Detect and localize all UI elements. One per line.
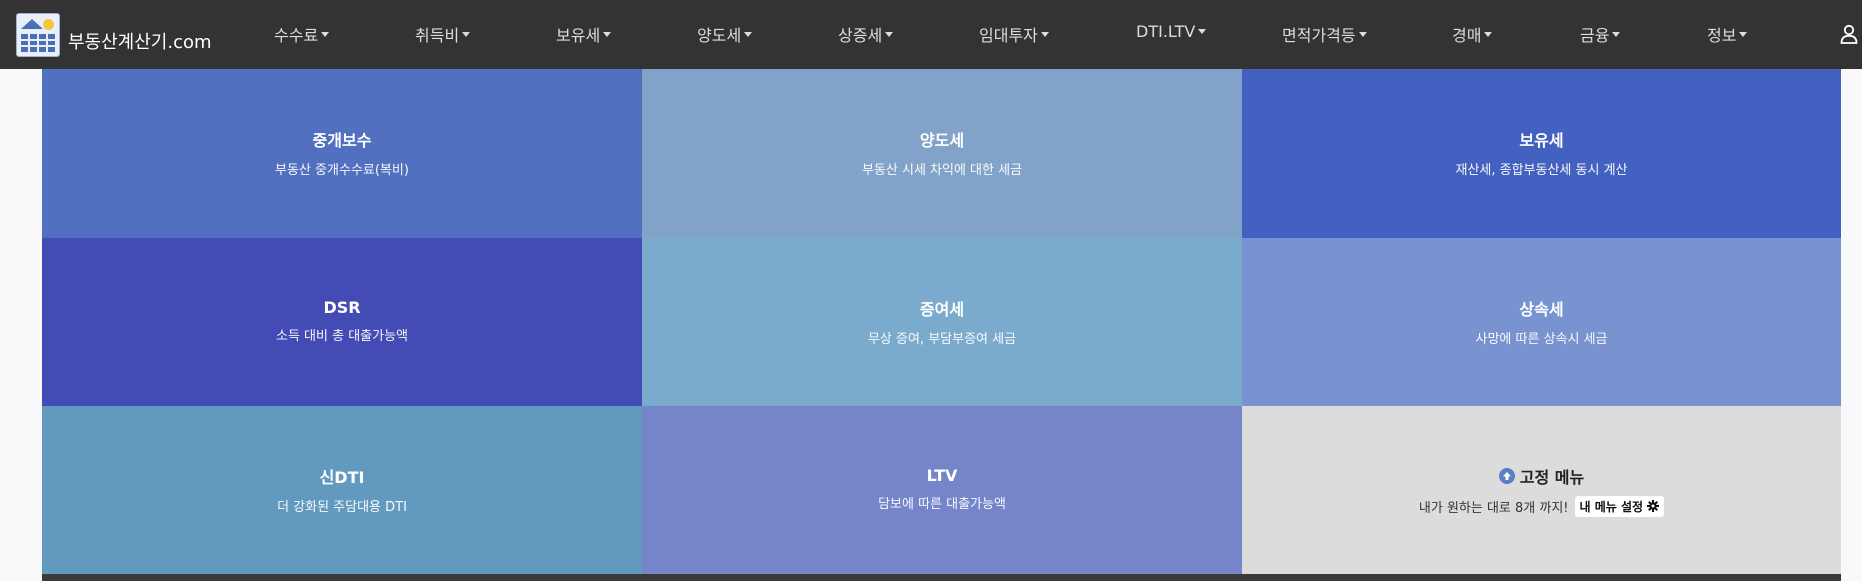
tile-subtitle: 무상 증여, 부담부증여 세금 <box>867 331 1017 347</box>
nav-label: 임대투자 <box>979 26 1038 45</box>
nav-label: 수수료 <box>274 26 319 45</box>
tile-transfer-tax[interactable]: 양도세 부동산 시세 차익에 대한 세금 <box>642 69 1242 238</box>
tile-gift-tax[interactable]: 증여세 무상 증여, 부담부증여 세금 <box>642 238 1242 406</box>
arrow-up-circle-icon <box>1498 467 1515 484</box>
top-navbar: 부동산계산기.com 수수료 취득비 보유세 양도세 상증세 임대투자 DTI.… <box>0 0 1862 69</box>
house-calculator-logo-icon <box>16 13 60 57</box>
tile-subtitle: 재산세, 종합부동산세 동시 계산 <box>1455 163 1628 178</box>
tile-fixed-menu: 고정 메뉴 내가 원하는 대로 8개 까지! 내 메뉴 설정 <box>1242 406 1841 574</box>
nav-item-auction[interactable]: 경매 <box>1452 22 1493 46</box>
nav-item-inheritance-gift[interactable]: 상증세 <box>838 22 894 46</box>
nav-label: 경매 <box>1452 26 1482 45</box>
caret-down-icon <box>1198 29 1207 34</box>
tile-subtitle: 부동산 중개수수료(복비) <box>275 163 409 178</box>
my-menu-settings-button[interactable]: 내 메뉴 설정 <box>1574 495 1665 517</box>
nav-label: 양도세 <box>697 26 742 45</box>
nav-label: 금융 <box>1580 26 1610 45</box>
tile-holding-tax[interactable]: 보유세 재산세, 종합부동산세 동시 계산 <box>1242 69 1841 238</box>
fixed-menu-subtitle: 내가 원하는 대로 8개 까지! <box>1418 500 1569 516</box>
nav-item-rental-investment[interactable]: 임대투자 <box>979 22 1049 46</box>
tile-subtitle: 담보에 따른 대출가능액 <box>878 497 1006 512</box>
tile-title: 중개보수 <box>312 131 372 150</box>
tile-subtitle: 사망에 따른 상속시 세금 <box>1475 331 1608 347</box>
caret-down-icon <box>1484 31 1493 37</box>
user-icon[interactable] <box>1840 24 1858 44</box>
nav-item-holding-tax[interactable]: 보유세 <box>556 22 612 46</box>
tile-brokerage-fee[interactable]: 중개보수 부동산 중개수수료(복비) <box>42 69 642 238</box>
nav-item-info[interactable]: 정보 <box>1707 22 1748 46</box>
menu-tile-grid: 중개보수 부동산 중개수수료(복비) 양도세 부동산 시세 차익에 대한 세금 … <box>42 69 1841 574</box>
tile-subtitle: 부동산 시세 차익에 대한 세금 <box>861 163 1023 178</box>
nav-label: 상증세 <box>838 26 883 45</box>
tile-ltv[interactable]: LTV 담보에 따른 대출가능액 <box>642 406 1242 574</box>
tile-title: 신DTI <box>319 467 365 487</box>
nav-item-transfer-tax[interactable]: 양도세 <box>697 22 753 46</box>
tile-new-dti[interactable]: 신DTI 더 강화된 주담대용 DTI <box>42 406 642 574</box>
tile-subtitle: 소득 대비 총 대출가능액 <box>276 329 408 344</box>
tile-title: 상속세 <box>1519 299 1564 319</box>
nav-item-acquisition[interactable]: 취득비 <box>415 22 471 46</box>
caret-down-icon <box>1040 31 1049 37</box>
nav-label: 면적가격등 <box>1282 26 1356 45</box>
nav-item-dti-ltv[interactable]: DTI.LTV <box>1136 22 1207 41</box>
nav-label: 보유세 <box>556 26 601 45</box>
nav-label: DTI.LTV <box>1136 22 1196 41</box>
tile-title: DSR <box>323 298 361 317</box>
caret-down-icon <box>744 31 753 37</box>
caret-down-icon <box>885 31 894 37</box>
caret-down-icon <box>1612 31 1621 37</box>
tile-dsr[interactable]: DSR 소득 대비 총 대출가능액 <box>42 238 642 406</box>
tile-title: LTV <box>926 466 958 485</box>
caret-down-icon <box>603 31 612 37</box>
caret-down-icon <box>1358 31 1367 37</box>
caret-down-icon <box>462 31 471 37</box>
caret-down-icon <box>321 31 330 37</box>
nav-item-finance[interactable]: 금융 <box>1580 22 1621 46</box>
tile-title: 양도세 <box>919 131 965 150</box>
tile-title: 보유세 <box>1519 131 1564 150</box>
brand-link[interactable]: 부동산계산기.com <box>16 10 212 60</box>
gear-icon <box>1647 500 1660 512</box>
caret-down-icon <box>1739 31 1748 37</box>
brand-name: 부동산계산기.com <box>68 32 212 53</box>
my-menu-settings-label: 내 메뉴 설정 <box>1579 499 1644 514</box>
fixed-menu-title: 고정 메뉴 <box>1519 467 1585 487</box>
nav-item-area-price[interactable]: 면적가격등 <box>1282 22 1367 46</box>
tile-inheritance-tax[interactable]: 상속세 사망에 따른 상속시 세금 <box>1242 238 1841 406</box>
nav-label: 취득비 <box>415 26 460 45</box>
tile-subtitle: 더 강화된 주담대용 DTI <box>277 499 407 515</box>
tile-title: 증여세 <box>919 299 965 319</box>
footer-strip <box>42 574 1841 581</box>
nav-item-fee[interactable]: 수수료 <box>274 22 330 46</box>
fixed-menu-heading: 고정 메뉴 <box>1498 464 1585 488</box>
nav-label: 정보 <box>1707 26 1737 45</box>
